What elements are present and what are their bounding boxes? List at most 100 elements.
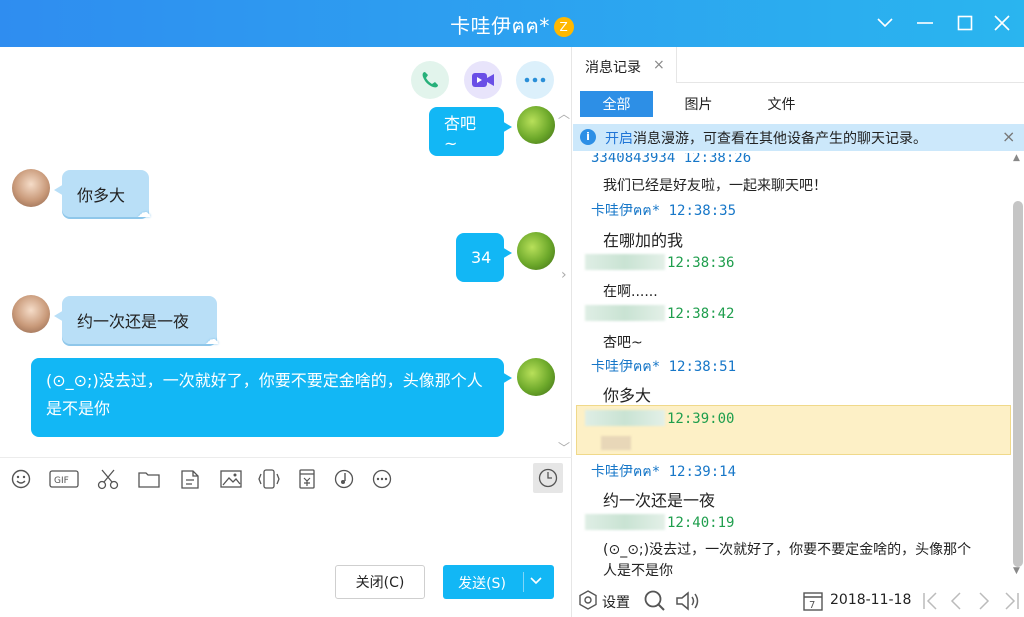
history-bottom-bar: 设置 7 2018-11-18 — [573, 584, 1024, 617]
settings-label[interactable]: 设置 — [602, 592, 630, 612]
send-button[interactable]: 发送(S) — [443, 565, 554, 599]
message-input[interactable] — [0, 502, 572, 557]
chat-pane: ︿ › ﹀ 杏吧~ 你多大 ☁ 34 约一次还是一夜 ☁ (⊙_⊙;)没去过，一次就… — [0, 47, 572, 617]
history-message: 你多大 — [603, 386, 652, 405]
video-call-button[interactable] — [464, 61, 502, 99]
history-meta: 卡哇伊ฅฅ* 12:38:51 — [591, 359, 737, 375]
phone-icon — [422, 72, 438, 88]
close-notice-icon[interactable]: × — [1002, 127, 1015, 146]
history-meta: 卡哇伊ฅฅ* 12:39:14 — [591, 464, 737, 480]
my-avatar[interactable] — [517, 232, 555, 270]
contact-avatar[interactable] — [12, 295, 50, 333]
close-tab-icon[interactable]: × — [653, 57, 665, 73]
folder-icon[interactable] — [137, 468, 161, 490]
input-toolbar: GIF — [0, 457, 572, 499]
history-message: 约一次还是一夜 — [603, 491, 716, 510]
search-icon[interactable] — [644, 590, 666, 616]
filter-label: 全部 — [602, 97, 631, 113]
shake-icon[interactable] — [257, 468, 281, 490]
scrollbar-thumb[interactable] — [1013, 201, 1023, 567]
message-bubble-out: 34 — [456, 233, 512, 282]
message-bubble-out: (⊙_⊙;)没去过，一次就好了，你要不要定金啥的，头像那个人是不是你 — [31, 358, 512, 437]
history-meta: 12:40:19 — [585, 514, 734, 531]
clock-icon — [538, 468, 558, 488]
message-text: 约一次还是一夜 — [77, 312, 190, 331]
my-avatar[interactable] — [517, 106, 555, 144]
history-time: 12:38:42 — [667, 306, 735, 322]
chevron-down-icon[interactable] — [874, 12, 896, 34]
last-page-icon[interactable] — [1003, 591, 1021, 615]
history-pane: 消息记录 × 全部 图片 文件 i 开启消息漫游，可查看在其他设备产生的聊天记录… — [573, 47, 1024, 617]
send-divider — [523, 572, 524, 592]
history-tab-bar: 消息记录 × — [573, 47, 1024, 83]
message-bubble-in: 你多大 ☁ — [54, 170, 151, 221]
redacted-name — [585, 410, 665, 426]
filter-label: 文件 — [767, 97, 796, 113]
message-text: 34 — [471, 248, 492, 267]
message-text: 杏吧~ — [444, 114, 477, 153]
history-meta: 卡哇伊ฅฅ* 12:38:35 — [591, 203, 737, 219]
more-options-button[interactable] — [516, 61, 554, 99]
filter-all[interactable]: 全部 — [580, 91, 653, 117]
history-meta: 12:38:36 — [585, 254, 734, 271]
voice-call-button[interactable] — [411, 61, 449, 99]
history-message: (⊙_⊙;)没去过，一次就好了，你要不要定金啥的，头像那个人是不是你 — [603, 542, 972, 578]
filter-images[interactable]: 图片 — [662, 91, 735, 117]
roaming-notice: i 开启消息漫游，可查看在其他设备产生的聊天记录。 × — [573, 124, 1024, 151]
history-meta: 12:39:00 — [585, 410, 734, 427]
scroll-up-icon[interactable]: ︿ — [558, 105, 570, 122]
speaker-icon[interactable] — [675, 590, 703, 616]
redacted-name — [585, 305, 665, 321]
message-text: (⊙_⊙;)没去过，一次就好了，你要不要定金啥的，头像那个人是不是你 — [46, 371, 483, 418]
history-message: 杏吧~ — [603, 335, 643, 351]
more-dots-icon — [524, 77, 546, 83]
history-scrollbar[interactable]: ▲ ▼ — [1012, 153, 1024, 578]
red-packet-icon[interactable] — [296, 468, 318, 490]
info-icon: i — [580, 129, 596, 145]
contact-avatar[interactable] — [12, 169, 50, 207]
history-time: 12:40:19 — [667, 515, 735, 531]
history-list: 3340843934 12:38:26 我们已经是好友啦，一起来聊天吧！ 卡哇伊… — [573, 153, 1011, 578]
redacted-name — [585, 254, 665, 270]
expand-panel-icon[interactable]: › — [561, 267, 567, 283]
scroll-up-arrow-icon[interactable]: ▲ — [1013, 153, 1020, 163]
scissors-icon[interactable] — [96, 468, 120, 490]
history-time: 12:39:00 — [667, 411, 735, 427]
doc-icon[interactable] — [178, 468, 202, 490]
history-message: 在哪加的我 — [603, 231, 684, 250]
tab-message-history[interactable]: 消息记录 × — [573, 47, 677, 83]
settings-hex-icon[interactable] — [578, 590, 598, 614]
minimize-button[interactable] — [914, 12, 936, 34]
window-title: 卡哇伊ฅฅ* Z — [0, 10, 1024, 42]
image-icon[interactable] — [219, 468, 243, 490]
redacted-name — [585, 514, 665, 530]
scroll-down-icon[interactable]: ﹀ — [558, 439, 570, 456]
music-icon[interactable] — [333, 468, 355, 490]
scroll-down-arrow-icon[interactable]: ▼ — [1013, 566, 1020, 576]
cloud-decoration-icon: ☁ — [205, 332, 219, 348]
next-page-icon[interactable] — [977, 591, 991, 615]
send-options-chevron-icon[interactable] — [529, 574, 543, 592]
close-button-label: 关闭(C) — [355, 575, 405, 591]
svg-text:GIF: GIF — [54, 476, 69, 486]
prev-page-icon[interactable] — [949, 591, 963, 615]
vip-star-icon: Z — [553, 17, 574, 37]
history-date[interactable]: 2018-11-18 — [830, 592, 911, 608]
enable-roaming-link[interactable]: 开启 — [605, 131, 633, 147]
tab-label: 消息记录 — [585, 60, 641, 76]
history-message: 在啊...... — [603, 284, 658, 300]
my-avatar[interactable] — [517, 358, 555, 396]
maximize-button[interactable] — [954, 12, 976, 34]
more-tools-icon[interactable] — [371, 468, 393, 490]
close-window-button[interactable] — [991, 12, 1013, 34]
contact-name: 卡哇伊ฅฅ* — [450, 14, 550, 38]
message-text: 你多大 — [77, 185, 126, 205]
filter-files[interactable]: 文件 — [745, 91, 818, 117]
emoji-icon[interactable] — [10, 468, 32, 490]
history-clock-button[interactable] — [533, 463, 563, 493]
close-button[interactable]: 关闭(C) — [335, 565, 425, 599]
calendar-icon[interactable]: 7 — [803, 591, 823, 615]
gif-icon[interactable]: GIF — [49, 468, 79, 490]
svg-text:7: 7 — [809, 600, 815, 611]
first-page-icon[interactable] — [921, 591, 939, 615]
